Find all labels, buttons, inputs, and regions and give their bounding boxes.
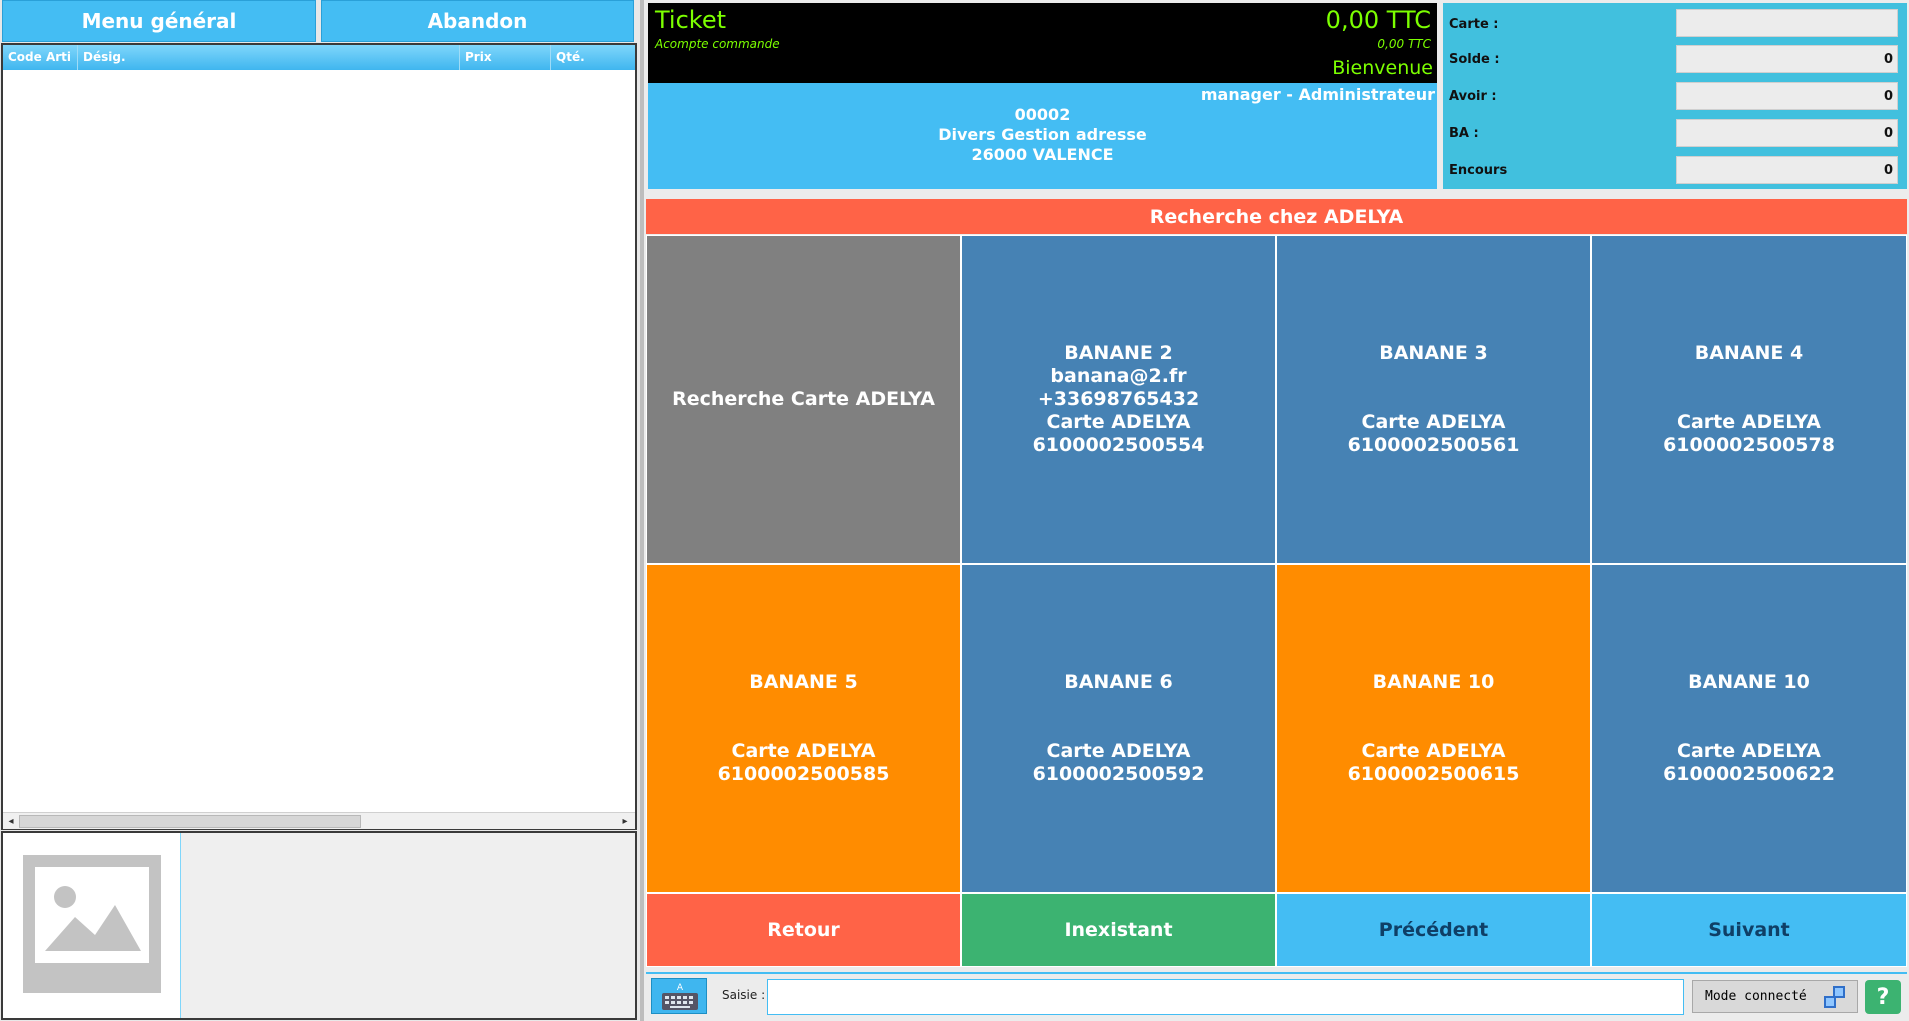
carte-field: [1676, 9, 1898, 37]
tile-line: banana@2.fr: [1050, 365, 1187, 387]
column-prix[interactable]: Prix: [460, 45, 551, 70]
left-panel: Menu général Abandon Code Arti Désig. Pr…: [0, 0, 640, 1021]
tile-line: BANANE 10: [1372, 671, 1495, 693]
user-label: manager - Administrateur: [1200, 85, 1435, 104]
tile-line: BANANE 5: [749, 671, 858, 693]
scroll-right-icon[interactable]: ▸: [618, 815, 632, 828]
encours-label: Encours: [1449, 163, 1508, 178]
column-quantite[interactable]: Qté.: [551, 45, 635, 70]
client-tile[interactable]: BANANE 6 Carte ADELYA 6100002500592: [961, 564, 1276, 893]
client-tile[interactable]: BANANE 3 Carte ADELYA 6100002500561: [1276, 235, 1591, 564]
column-code[interactable]: Code Arti: [3, 45, 78, 70]
tile-line: BANANE 4: [1694, 342, 1804, 364]
help-button[interactable]: ?: [1865, 980, 1901, 1014]
retour-button[interactable]: Retour: [646, 893, 961, 967]
inexistant-button[interactable]: Inexistant: [961, 893, 1276, 967]
tile-line: Recherche Carte ADELYA: [672, 388, 935, 410]
client-code: 00002: [1014, 105, 1071, 124]
account-panel: Carte : Solde : 0 Avoir : 0 BA : 0 Encou…: [1443, 3, 1907, 189]
client-tile[interactable]: BANANE 5 Carte ADELYA 6100002500585: [646, 564, 961, 893]
ticket-display: Ticket 0,00 TTC Acompte commande 0,00 TT…: [648, 3, 1437, 83]
tile-line: 6100002500554: [1032, 434, 1205, 456]
tile-line: Carte ADELYA: [731, 740, 876, 762]
column-designation[interactable]: Désig.: [78, 45, 460, 70]
client-tile[interactable]: BANANE 4 Carte ADELYA 6100002500578: [1591, 235, 1907, 564]
tile-line: 6100002500622: [1663, 763, 1835, 785]
solde-field: 0: [1676, 45, 1898, 73]
tile-line: Carte ADELYA: [1046, 411, 1191, 433]
suivant-button[interactable]: Suivant: [1591, 893, 1907, 967]
client-name: Divers Gestion adresse: [938, 125, 1147, 144]
tile-line: 6100002500561: [1347, 434, 1520, 456]
ba-field: 0: [1676, 119, 1898, 147]
client-tile[interactable]: BANANE 10 Carte ADELYA 6100002500615: [1276, 564, 1591, 893]
welcome-text: Bienvenue: [1332, 57, 1433, 79]
tile-line: Carte ADELYA: [1361, 740, 1506, 762]
keyboard-icon[interactable]: A: [651, 978, 707, 1014]
ticket-subtotal: 0,00 TTC: [1377, 37, 1431, 51]
mode-connecte-button[interactable]: Mode connecté: [1692, 980, 1858, 1013]
ticket-subtitle: Acompte commande: [655, 37, 780, 51]
tile-line: 6100002500615: [1347, 763, 1520, 785]
menu-general-button[interactable]: Menu général: [2, 0, 316, 42]
tile-line: BANANE 10: [1688, 671, 1810, 693]
abandon-button[interactable]: Abandon: [321, 0, 634, 42]
client-info: manager - Administrateur 00002 Divers Ge…: [648, 83, 1437, 189]
network-icon: [1823, 985, 1847, 1013]
tile-line: Carte ADELYA: [1677, 740, 1821, 762]
panel-divider[interactable]: [640, 0, 644, 1021]
avoir-field: 0: [1676, 82, 1898, 110]
ticket-total: 0,00 TTC: [1325, 6, 1431, 34]
scroll-thumb[interactable]: [19, 815, 361, 828]
client-block: 00002 Divers Gestion adresse 26000 VALEN…: [648, 105, 1437, 165]
tile-line: BANANE 6: [1064, 671, 1173, 693]
recherche-carte-tile[interactable]: Recherche Carte ADELYA: [646, 235, 961, 564]
search-title: Recherche chez ADELYA: [646, 199, 1907, 234]
tile-line: BANANE 2: [1064, 342, 1173, 364]
client-city: 26000 VALENCE: [971, 145, 1114, 164]
table-header: Code Arti Désig. Prix Qté.: [3, 45, 635, 70]
ticket-lines-table: Code Arti Désig. Prix Qté. ◂ ▸: [1, 43, 637, 830]
carte-label: Carte :: [1449, 17, 1499, 32]
scroll-left-icon[interactable]: ◂: [4, 815, 18, 828]
article-image-area: [3, 833, 181, 1018]
svg-text:A: A: [677, 983, 684, 993]
article-preview: [1, 831, 637, 1020]
tile-line: Carte ADELYA: [1046, 740, 1191, 762]
saisie-input[interactable]: [767, 979, 1684, 1015]
tile-line: 6100002500578: [1663, 434, 1835, 456]
horizontal-scrollbar[interactable]: ◂ ▸: [3, 812, 635, 829]
tile-line: +33698765432: [1037, 388, 1200, 410]
saisie-label: Saisie :: [722, 988, 766, 1002]
tile-line: 6100002500592: [1032, 763, 1205, 785]
client-tile[interactable]: BANANE 2 banana@2.fr +33698765432 Carte ADE…: [961, 235, 1276, 564]
client-tile[interactable]: BANANE 10 Carte ADELYA 6100002500622: [1591, 564, 1907, 893]
ticket-title: Ticket: [655, 6, 727, 34]
solde-label: Solde :: [1449, 52, 1500, 67]
precedent-button[interactable]: Précédent: [1276, 893, 1591, 967]
mode-connecte-label: Mode connecté: [1705, 989, 1807, 1004]
encours-field: 0: [1676, 156, 1898, 184]
tile-line: Carte ADELYA: [1677, 411, 1821, 433]
image-placeholder-icon: [23, 855, 161, 993]
tile-line: Carte ADELYA: [1361, 411, 1506, 433]
input-bar: A Saisie : Mode connecté ?: [646, 972, 1907, 1018]
tile-line: 6100002500585: [717, 763, 890, 785]
ba-label: BA :: [1449, 126, 1479, 141]
tile-line: BANANE 3: [1379, 342, 1488, 364]
avoir-label: Avoir :: [1449, 89, 1497, 104]
